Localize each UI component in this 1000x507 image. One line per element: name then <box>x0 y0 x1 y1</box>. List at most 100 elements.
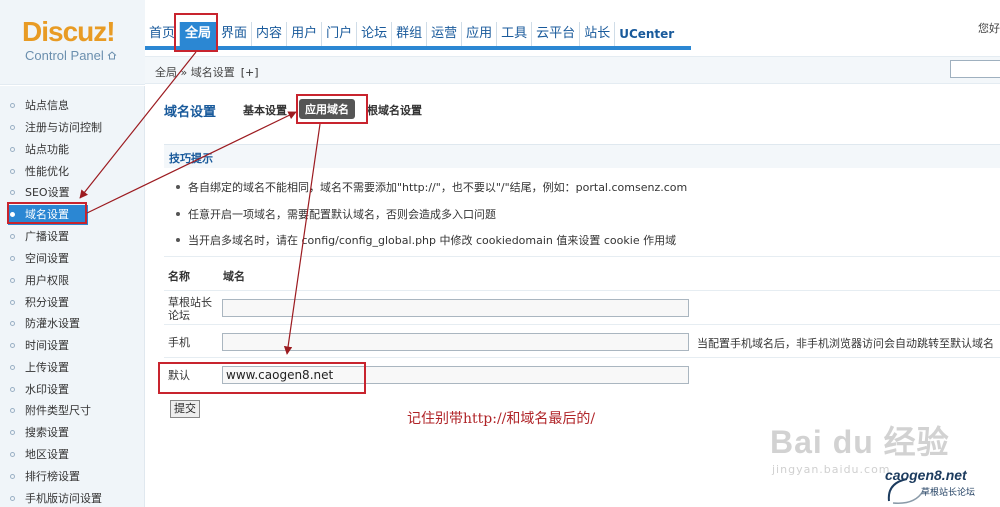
sidebar-item-label: 搜索设置 <box>25 426 69 439</box>
sidebar-item-search[interactable]: 搜索设置 <box>10 423 140 443</box>
sidebar-item-label: 性能优化 <box>25 165 69 178</box>
brand-subtitle: 草根站长论坛 <box>921 488 976 498</box>
nav-underline <box>145 46 691 50</box>
sidebar-item-performance[interactable]: 性能优化 <box>10 162 140 182</box>
nav-global[interactable]: 全局 <box>180 22 218 46</box>
sidebar-item-label: 水印设置 <box>25 383 69 396</box>
nav-portal[interactable]: 门户 <box>322 22 358 46</box>
logo-text: Discuz! <box>22 16 116 47</box>
nav-interface[interactable]: 界面 <box>217 22 253 46</box>
default-domain-input[interactable] <box>222 366 689 384</box>
sidebar-item-label: 时间设置 <box>25 339 69 352</box>
sidebar-item-domain[interactable]: 域名设置 <box>8 205 88 225</box>
sidebar-item-label: 站点功能 <box>25 143 69 156</box>
tab-app-domains[interactable]: 应用域名 <box>299 99 355 119</box>
sidebar-item-anti-spam[interactable]: 防灌水设置 <box>10 314 140 334</box>
row-label-default: 默认 <box>168 369 190 382</box>
sidebar-item-user-permissions[interactable]: 用户权限 <box>10 271 140 291</box>
sidebar: 站点信息 注册与访问控制 站点功能 性能优化 SEO设置 域名设置 广播设置 空… <box>0 86 145 507</box>
nav-webmaster[interactable]: 站长 <box>580 22 616 46</box>
nav-cloud[interactable]: 云平台 <box>532 22 581 46</box>
sidebar-item-attachment-types[interactable]: 附件类型尺寸 <box>10 401 140 421</box>
bullet-icon <box>10 255 15 261</box>
nav-operations[interactable]: 运营 <box>427 22 463 46</box>
tip-text: 当开启多域名时，请在 config/config_global.php 中修改 … <box>188 234 677 247</box>
divider <box>164 256 1000 257</box>
logo-subtitle-text: Control Panel <box>25 48 104 63</box>
sidebar-item-ranking[interactable]: 排行榜设置 <box>10 467 140 487</box>
bullet-icon <box>10 146 15 152</box>
sidebar-item-label: 注册与访问控制 <box>25 121 102 134</box>
nav-groups[interactable]: 群组 <box>392 22 428 46</box>
bullet-icon <box>10 407 15 413</box>
brand-text: caogen8.net <box>885 467 967 483</box>
sidebar-item-site-info[interactable]: 站点信息 <box>10 96 140 116</box>
bullet-icon <box>10 189 15 195</box>
logo[interactable]: Discuz! Control Panel <box>0 0 145 85</box>
sidebar-item-watermark[interactable]: 水印设置 <box>10 380 140 400</box>
divider <box>164 290 1000 291</box>
header: Discuz! Control Panel 首页 全局 界面 内容 用户 门户 … <box>0 0 1000 85</box>
column-header-domain: 域名 <box>223 270 245 283</box>
sidebar-item-space[interactable]: 空间设置 <box>10 249 140 269</box>
sidebar-item-label: SEO设置 <box>25 186 70 199</box>
sidebar-item-credits[interactable]: 积分设置 <box>10 293 140 313</box>
sidebar-item-region[interactable]: 地区设置 <box>10 445 140 465</box>
caogen-logo: caogen8.net 草根站长论坛 <box>885 467 1000 507</box>
sidebar-item-label: 地区设置 <box>25 448 69 461</box>
tip-text: 任意开启一项域名，需要配置默认域名，否则会造成多入口问题 <box>188 208 496 221</box>
nav-users[interactable]: 用户 <box>287 22 323 46</box>
nav-home[interactable]: 首页 <box>145 22 181 46</box>
breadcrumb: 全局 » 域名设置 [+] <box>155 64 259 80</box>
bullet-icon <box>10 473 15 479</box>
tab-basic-settings[interactable]: 基本设置 <box>243 102 287 118</box>
tip-text: 各自绑定的域名不能相同，域名不需要添加"http://"，也不要以"/"结尾，例… <box>188 181 688 194</box>
tip-item: 当开启多域名时，请在 config/config_global.php 中修改 … <box>176 232 676 248</box>
nav-tools[interactable]: 工具 <box>497 22 533 46</box>
tip-item: 各自绑定的域名不能相同，域名不需要添加"http://"，也不要以"/"结尾，例… <box>176 179 687 195</box>
sidebar-item-upload[interactable]: 上传设置 <box>10 358 140 378</box>
sidebar-item-label: 积分设置 <box>25 296 69 309</box>
user-greeting: 您好 <box>978 22 1000 35</box>
sidebar-item-label: 用户权限 <box>25 274 69 287</box>
mobile-domain-input[interactable] <box>222 333 689 351</box>
home-icon <box>107 48 117 60</box>
bullet-icon <box>10 299 15 305</box>
nav-forum[interactable]: 论坛 <box>357 22 393 46</box>
watermark-url: jingyan.baidu.com <box>772 463 891 476</box>
column-header-name: 名称 <box>168 270 190 283</box>
nav-ucenter[interactable]: UCenter <box>615 22 678 46</box>
sidebar-item-mobile-access[interactable]: 手机版访问设置 <box>10 489 140 507</box>
tip-item: 任意开启一项域名，需要配置默认域名，否则会造成多入口问题 <box>176 206 496 222</box>
watermark-text: Bai du 经验 <box>770 424 950 460</box>
bullet-icon <box>10 233 15 239</box>
bullet-icon <box>10 451 15 457</box>
sidebar-item-label: 防灌水设置 <box>25 317 80 330</box>
bullet-icon <box>10 168 15 174</box>
tips-header: 技巧提示 <box>164 144 1000 168</box>
sidebar-item-broadcast[interactable]: 广播设置 <box>10 227 140 247</box>
bullet-icon <box>10 342 15 348</box>
sidebar-item-label: 广播设置 <box>25 230 69 243</box>
divider <box>164 324 1000 325</box>
sidebar-item-time[interactable]: 时间设置 <box>10 336 140 356</box>
sidebar-item-register-access[interactable]: 注册与访问控制 <box>10 118 140 138</box>
sidebar-item-label: 手机版访问设置 <box>25 492 102 505</box>
nav-apps[interactable]: 应用 <box>462 22 498 46</box>
tab-root-domain[interactable]: 根域名设置 <box>367 102 422 118</box>
row-label-forum: 草根站长论坛 <box>168 296 212 322</box>
nav-content[interactable]: 内容 <box>252 22 288 46</box>
bullet-icon <box>10 495 15 501</box>
sidebar-item-site-features[interactable]: 站点功能 <box>10 140 140 160</box>
row-label-mobile: 手机 <box>168 336 190 349</box>
add-shortcut-link[interactable]: [+] <box>241 66 259 79</box>
bullet-icon <box>10 211 15 217</box>
forum-domain-input[interactable] <box>222 299 689 317</box>
bullet-icon <box>10 320 15 326</box>
sidebar-item-label: 域名设置 <box>25 208 69 221</box>
quick-search-input[interactable] <box>950 60 1000 78</box>
sidebar-item-seo[interactable]: SEO设置 <box>10 183 140 203</box>
submit-button[interactable]: 提交 <box>170 400 200 418</box>
bullet-icon <box>10 386 15 392</box>
divider <box>164 357 1000 358</box>
